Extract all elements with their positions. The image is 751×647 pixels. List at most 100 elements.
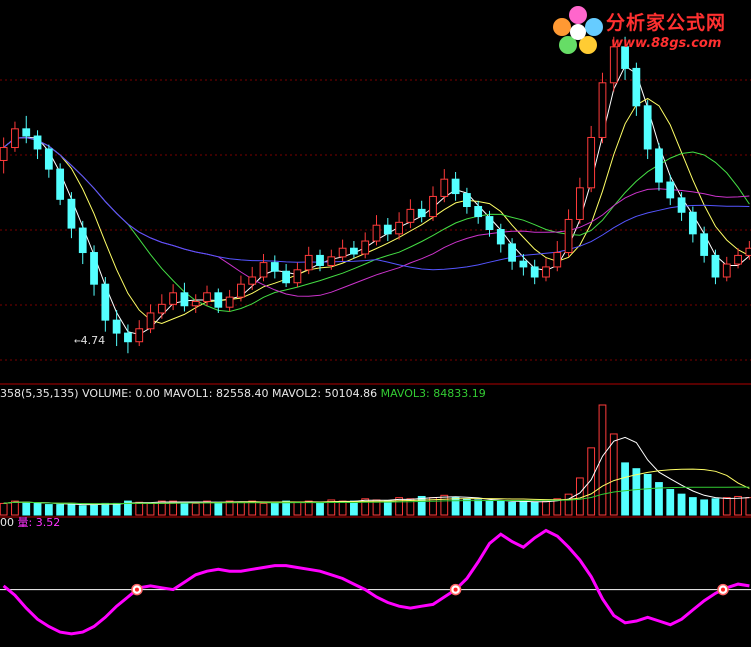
candle-down	[56, 168, 65, 200]
volume-bar	[485, 500, 494, 516]
volume-bar	[700, 499, 709, 516]
candle-down	[22, 128, 31, 137]
volume-bar	[67, 502, 76, 516]
candle-up	[225, 296, 234, 308]
volume-bar	[270, 501, 279, 516]
volume-bar	[304, 500, 313, 516]
volume-bar	[462, 498, 471, 516]
candle-down	[124, 332, 132, 343]
candle-down	[282, 270, 291, 284]
candle-up	[722, 263, 731, 278]
volume-bar	[688, 497, 697, 516]
volume-bar	[643, 473, 652, 516]
candle-down	[214, 292, 223, 308]
candle-up	[598, 82, 607, 138]
candle-up	[429, 195, 437, 218]
volume-bar	[0, 502, 8, 516]
candle-down	[78, 227, 87, 254]
candle-down	[451, 178, 460, 195]
candle-down	[90, 252, 98, 285]
candle-down	[530, 266, 539, 278]
volume-bar	[338, 500, 347, 516]
indicator-prefix: 00	[0, 516, 14, 529]
indicator-value: : 3.52	[28, 516, 61, 529]
candle-down	[316, 254, 324, 266]
candle-up	[587, 136, 596, 189]
volume-params: 358(5,35,135)	[0, 387, 79, 400]
candle-down	[112, 319, 121, 334]
volume-bar	[33, 502, 42, 516]
candle-down	[655, 148, 663, 183]
candle-down	[666, 181, 675, 199]
candle-up	[11, 128, 19, 149]
candle-up	[0, 147, 8, 161]
candle-down	[44, 148, 53, 170]
candle-down	[101, 283, 110, 321]
volume-bar	[745, 497, 751, 516]
candle-down	[180, 292, 189, 307]
candle-up	[259, 262, 268, 278]
volume-bar	[734, 495, 742, 516]
candle-down	[643, 105, 652, 150]
candle-up	[157, 303, 166, 314]
volume-bar	[214, 501, 223, 516]
volume-bar	[22, 501, 31, 516]
indicator-legend: 00 量: 3.52	[0, 516, 60, 529]
low-arrow-icon: ←	[74, 334, 81, 347]
volume-bar	[11, 500, 19, 516]
volume-bar	[440, 494, 449, 516]
candle-up	[327, 256, 336, 266]
candle-down	[496, 229, 505, 245]
volume-bar	[508, 501, 516, 516]
volume-bar	[293, 501, 302, 516]
volume-bar	[316, 502, 324, 516]
volume-bar	[598, 404, 607, 516]
volume-bar	[101, 502, 110, 516]
ma-blue-line	[3, 136, 750, 271]
candle-up	[293, 269, 302, 284]
candle-up	[575, 187, 584, 220]
volume-bar	[666, 489, 675, 516]
volume-bar	[474, 499, 483, 516]
candle-up	[304, 254, 313, 271]
volume-bar	[609, 433, 618, 516]
candle-up	[135, 328, 144, 343]
cross-marker-dot	[453, 587, 458, 592]
candle-up	[203, 292, 211, 302]
volume-bar	[587, 447, 596, 516]
site-url: www.88gs.com	[611, 36, 722, 51]
candle-up	[169, 292, 178, 305]
mavol1-value: MAVOL1: 82558.40	[163, 387, 269, 400]
volume-bar	[237, 501, 245, 516]
candle-down	[474, 206, 483, 218]
volume-bar	[417, 495, 426, 516]
cross-marker-dot	[134, 587, 139, 592]
candle-up	[440, 178, 449, 197]
site-logo-text: 分析家公式网	[606, 12, 727, 34]
candle-up	[237, 283, 245, 298]
candle-down	[519, 260, 528, 268]
volume-bar	[135, 501, 144, 516]
candle-down	[417, 208, 426, 218]
candle-up	[372, 224, 381, 242]
candle-down	[462, 193, 471, 208]
volume-bar	[575, 477, 584, 516]
candle-down	[383, 224, 392, 235]
candle-up	[191, 300, 200, 307]
candle-up	[542, 266, 550, 278]
volume-bar	[44, 504, 53, 516]
candle-up	[338, 247, 347, 258]
low-price-label: ←4.74	[74, 334, 105, 347]
mavol3-value: MAVOL3: 84833.19	[380, 387, 486, 400]
volume-bar	[90, 504, 98, 516]
volume-bar	[496, 500, 505, 516]
volume-bar	[621, 462, 629, 516]
volume-bar	[711, 498, 720, 516]
volume-value: VOLUME: 0.00	[82, 387, 160, 400]
candle-down	[508, 243, 516, 262]
candle-down	[700, 233, 709, 256]
volume-bar	[677, 493, 686, 516]
candle-down	[677, 197, 686, 213]
candle-up	[564, 218, 573, 254]
candle-down	[632, 67, 641, 107]
